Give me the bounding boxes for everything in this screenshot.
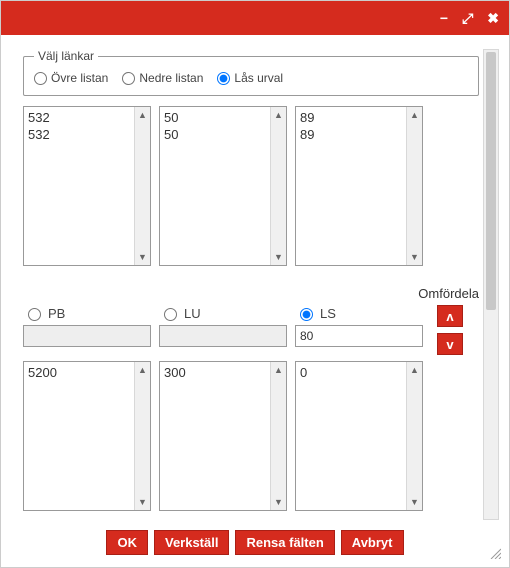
input-ls[interactable] (295, 325, 423, 347)
cancel-button[interactable]: Avbryt (341, 530, 404, 555)
list-item[interactable]: 0 (300, 364, 402, 381)
content-scrollbar[interactable] (483, 49, 499, 520)
lower-list-1[interactable]: 5200 ▲ ▼ (23, 361, 151, 511)
radio-lu-label: LU (184, 306, 201, 321)
mid-row: PB LU LS (23, 305, 479, 355)
lower-list-3-items: 0 (296, 362, 406, 510)
scroll-down-icon[interactable]: ▼ (407, 249, 422, 265)
list-item[interactable]: 5200 (28, 364, 130, 381)
upper-lists-row: 532 532 ▲ ▼ 50 50 (23, 106, 479, 266)
clear-fields-button[interactable]: Rensa fälten (235, 530, 334, 555)
list-scrollbar[interactable]: ▲ ▼ (134, 362, 150, 510)
col-pb: PB (23, 305, 151, 347)
scroll-up-icon[interactable]: ▲ (271, 107, 286, 123)
radio-lower-label: Nedre listan (139, 71, 203, 85)
upper-list-1-items: 532 532 (24, 107, 134, 265)
scroll-up-icon[interactable]: ▲ (407, 362, 422, 378)
list-scrollbar[interactable]: ▲ ▼ (406, 362, 422, 510)
radio-lock-label: Lås urval (234, 71, 283, 85)
radio-ls-label: LS (320, 306, 336, 321)
list-item[interactable]: 50 (164, 126, 266, 143)
upper-list-3[interactable]: 89 89 ▲ ▼ (295, 106, 423, 266)
upper-list-3-items: 89 89 (296, 107, 406, 265)
radio-lock-selection[interactable] (217, 72, 230, 85)
list-item[interactable]: 89 (300, 126, 402, 143)
maximize-icon[interactable]: ⤢ (462, 11, 473, 25)
list-item[interactable]: 532 (28, 126, 130, 143)
select-links-group: Välj länkar Övre listan Nedre listan (23, 49, 479, 96)
redistribute-up-button[interactable]: ʌ (437, 305, 463, 327)
scroll-down-icon[interactable]: ▼ (135, 494, 150, 510)
list-scrollbar[interactable]: ▲ ▼ (406, 107, 422, 265)
scroll-down-icon[interactable]: ▼ (135, 249, 150, 265)
option-lower-list[interactable]: Nedre listan (122, 71, 203, 85)
scroll-down-icon[interactable]: ▼ (271, 494, 286, 510)
titlebar: − ⤢ ✖ (1, 1, 509, 35)
col-lu: LU (159, 305, 287, 347)
redistribute-label-row: Omfördela (23, 286, 479, 301)
redistribute-buttons: ʌ v (437, 305, 463, 355)
redistribute-down-button[interactable]: v (437, 333, 463, 355)
select-links-legend: Välj länkar (34, 49, 98, 63)
close-icon[interactable]: ✖ (487, 11, 499, 25)
dialog-window: − ⤢ ✖ Välj länkar Övre listan Nedre list… (0, 0, 510, 568)
lower-list-2-items: 300 (160, 362, 270, 510)
list-scrollbar[interactable]: ▲ ▼ (270, 362, 286, 510)
list-item[interactable]: 50 (164, 109, 266, 126)
col-ls: LS (295, 305, 423, 347)
footer: OK Verkställ Rensa fälten Avbryt (5, 524, 505, 563)
input-lu[interactable] (159, 325, 287, 347)
input-pb[interactable] (23, 325, 151, 347)
lower-lists-row: 5200 ▲ ▼ 300 ▲ ▼ (23, 361, 479, 511)
minimize-icon[interactable]: − (440, 11, 448, 25)
radio-ls[interactable] (300, 308, 313, 321)
option-pb[interactable]: PB (23, 305, 151, 321)
radio-upper-label: Övre listan (51, 71, 108, 85)
list-item[interactable]: 89 (300, 109, 402, 126)
upper-list-2[interactable]: 50 50 ▲ ▼ (159, 106, 287, 266)
radio-upper-list[interactable] (34, 72, 47, 85)
scrollbar-track[interactable] (483, 49, 499, 520)
scroll-up-icon[interactable]: ▲ (135, 107, 150, 123)
ok-button[interactable]: OK (106, 530, 148, 555)
lower-list-1-items: 5200 (24, 362, 134, 510)
option-ls[interactable]: LS (295, 305, 423, 321)
resize-grip-icon[interactable] (489, 547, 501, 559)
option-lock-selection[interactable]: Lås urval (217, 71, 283, 85)
option-lu[interactable]: LU (159, 305, 287, 321)
select-links-options: Övre listan Nedre listan Lås urval (34, 71, 468, 85)
scroll-down-icon[interactable]: ▼ (271, 249, 286, 265)
lower-list-2[interactable]: 300 ▲ ▼ (159, 361, 287, 511)
list-scrollbar[interactable]: ▲ ▼ (134, 107, 150, 265)
scroll-up-icon[interactable]: ▲ (271, 362, 286, 378)
scroll-down-icon[interactable]: ▼ (407, 494, 422, 510)
apply-button[interactable]: Verkställ (154, 530, 230, 555)
upper-list-2-items: 50 50 (160, 107, 270, 265)
content: Välj länkar Övre listan Nedre listan (5, 39, 505, 524)
content-outer: Välj länkar Övre listan Nedre listan (1, 35, 509, 567)
upper-list-1[interactable]: 532 532 ▲ ▼ (23, 106, 151, 266)
radio-lu[interactable] (164, 308, 177, 321)
main-column: Välj länkar Övre listan Nedre listan (23, 49, 479, 520)
scroll-up-icon[interactable]: ▲ (407, 107, 422, 123)
radio-pb-label: PB (48, 306, 65, 321)
option-upper-list[interactable]: Övre listan (34, 71, 108, 85)
list-item[interactable]: 532 (28, 109, 130, 126)
list-scrollbar[interactable]: ▲ ▼ (270, 107, 286, 265)
list-item[interactable]: 300 (164, 364, 266, 381)
scrollbar-thumb[interactable] (486, 52, 496, 310)
scroll-up-icon[interactable]: ▲ (135, 362, 150, 378)
redistribute-label: Omfördela (418, 286, 479, 301)
radio-pb[interactable] (28, 308, 41, 321)
lower-list-3[interactable]: 0 ▲ ▼ (295, 361, 423, 511)
radio-lower-list[interactable] (122, 72, 135, 85)
